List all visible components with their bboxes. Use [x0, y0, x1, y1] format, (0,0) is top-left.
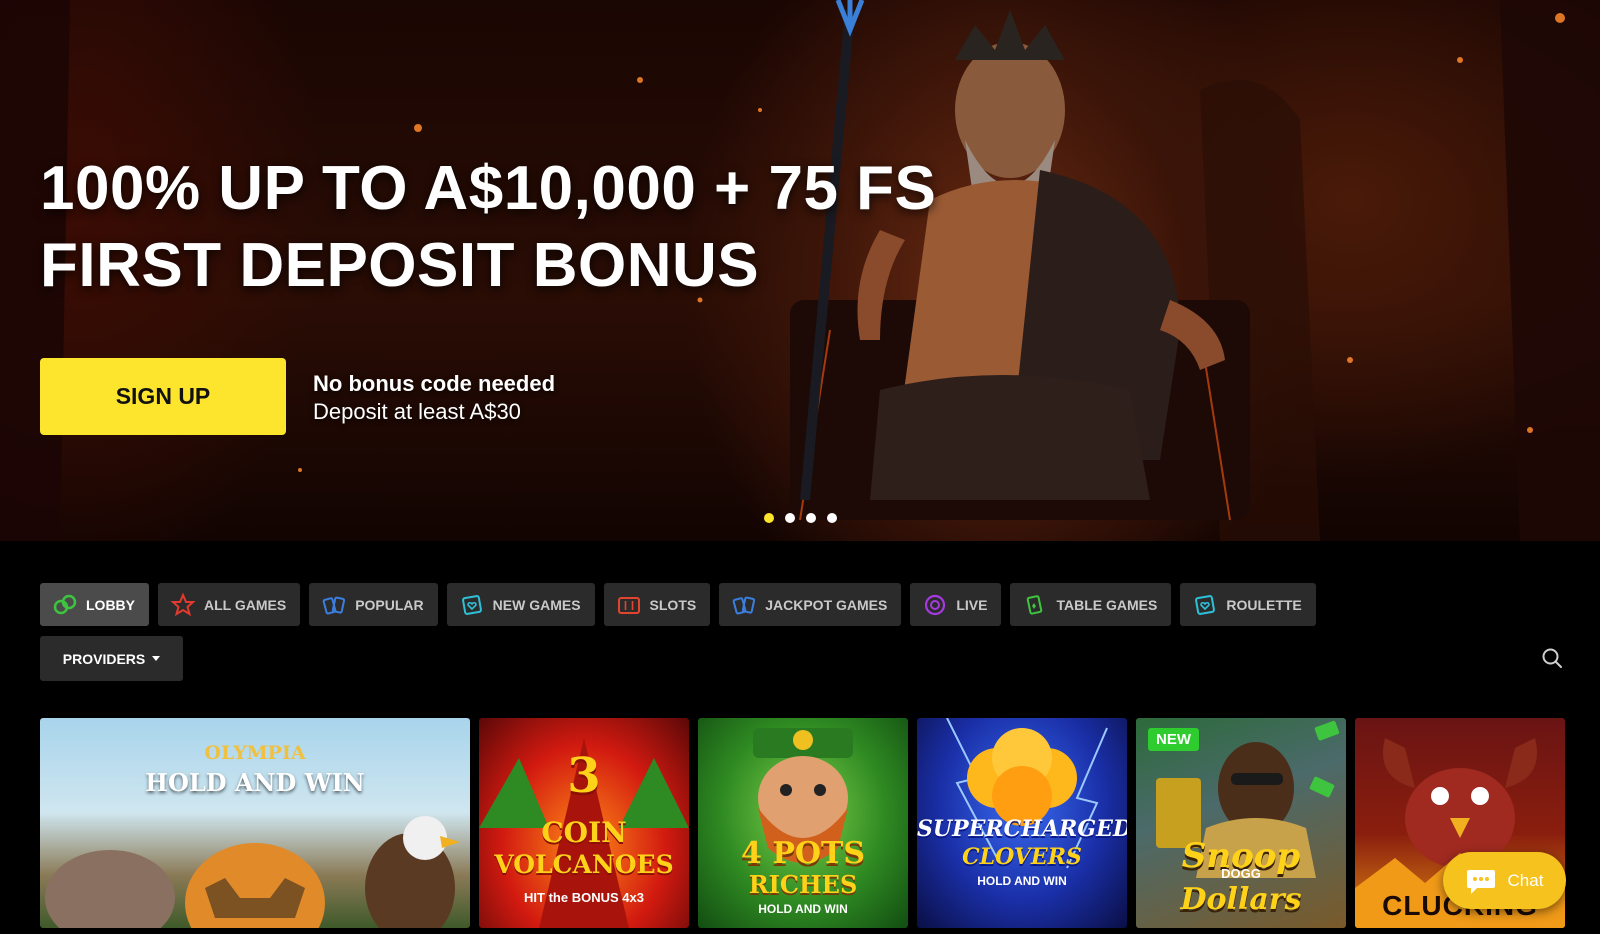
providers-dropdown[interactable]: PROVIDERS — [40, 636, 183, 681]
tab-label: JACKPOT GAMES — [765, 596, 888, 613]
chat-button[interactable]: Chat — [1443, 852, 1566, 909]
bonus-note: No bonus code needed Deposit at least A$… — [313, 370, 555, 426]
cards-icon — [732, 596, 756, 614]
game-title: SUPERCHARGED — [917, 816, 1127, 842]
game-title: 4 POTS — [741, 836, 865, 871]
game-title: RICHES — [748, 870, 858, 899]
sign-up-button[interactable]: SIGN UP — [40, 358, 286, 435]
heart-card-icon — [461, 594, 482, 615]
game-title: VOLCANOES — [494, 850, 674, 879]
table-cards-icon — [1027, 594, 1043, 615]
tab-label: NEW GAMES — [492, 596, 581, 613]
game-grid: OLYMPIA HOLD AND WIN 3 COIN VOLCANOES HI… — [40, 718, 1565, 928]
game-tile[interactable]: OLYMPIA HOLD AND WIN — [40, 718, 470, 928]
game-title: COIN — [541, 816, 627, 849]
hero-headline-line1: 100% UP TO A$10,000 + 75 FS — [40, 154, 937, 223]
carousel-dot[interactable] — [785, 513, 795, 523]
game-tile[interactable]: 3 COIN VOLCANOES HIT the BONUS 4x3 — [479, 718, 689, 928]
tab-label: LOBBY — [86, 596, 135, 613]
tab-label: TABLE GAMES — [1056, 596, 1158, 613]
search-icon[interactable] — [1540, 646, 1564, 670]
tab-live[interactable]: LIVE — [910, 583, 1002, 626]
heart-card-icon — [1195, 594, 1216, 615]
game-title: 3 — [567, 748, 601, 804]
hero-headline: 100% UP TO A$10,000 + 75 FS FIRST DEPOSI… — [40, 150, 936, 304]
game-title: DOGG — [1221, 866, 1261, 881]
lobby-icon — [53, 594, 77, 614]
star-icon — [170, 591, 196, 616]
game-title: OLYMPIA — [204, 742, 306, 764]
live-chip-icon — [925, 594, 946, 615]
tab-slots[interactable]: SLOTS — [603, 583, 711, 626]
tab-label: POPULAR — [355, 596, 424, 613]
tab-label: ALL GAMES — [204, 596, 287, 613]
tab-new-games[interactable]: NEW GAMES — [446, 583, 595, 626]
tab-label: SLOTS — [649, 596, 697, 613]
bonus-note-headline: No bonus code needed — [313, 371, 556, 396]
bonus-note-requirement: Deposit at least A$30 — [313, 399, 521, 424]
category-tabs: LOBBY ALL GAMES POPULAR NEW GAMES SLOTS … — [40, 583, 1316, 626]
game-title: CLOVERS — [962, 844, 1082, 870]
game-subtitle: HOLD AND WIN — [145, 768, 365, 797]
caret-down-icon — [152, 656, 161, 661]
game-subtitle: HIT the BONUS 4x3 — [524, 890, 644, 905]
carousel-dot[interactable] — [827, 513, 837, 523]
chat-bubble-icon — [1466, 869, 1495, 894]
tab-jackpot-games[interactable]: JACKPOT GAMES — [719, 583, 902, 626]
tab-roulette[interactable]: ROULETTE — [1180, 583, 1316, 626]
tab-table-games[interactable]: TABLE GAMES — [1010, 583, 1172, 626]
tab-all-games[interactable]: ALL GAMES — [158, 583, 301, 626]
new-badge: NEW — [1148, 728, 1199, 751]
carousel-dot[interactable] — [764, 513, 774, 523]
tab-label: ROULETTE — [1226, 596, 1302, 613]
hero-headline-line2: FIRST DEPOSIT BONUS — [40, 231, 760, 300]
chat-label: Chat — [1507, 870, 1544, 890]
tab-popular[interactable]: POPULAR — [309, 583, 438, 626]
game-tile[interactable]: 4 POTS RICHES HOLD AND WIN — [698, 718, 908, 928]
game-tile[interactable]: SUPERCHARGED CLOVERS HOLD AND WIN — [917, 718, 1127, 928]
slot-machine-icon — [617, 596, 640, 614]
carousel-dot[interactable] — [806, 513, 816, 523]
game-title: Dollars — [1180, 882, 1302, 917]
tab-lobby[interactable]: LOBBY — [40, 583, 149, 626]
game-tile[interactable]: NEW Snoop DOGG Dollars — [1136, 718, 1346, 928]
game-subtitle: HOLD AND WIN — [977, 874, 1067, 888]
cards-icon — [322, 596, 346, 614]
carousel-dots — [764, 513, 837, 523]
tab-label: LIVE — [956, 596, 988, 613]
game-subtitle: HOLD AND WIN — [758, 902, 848, 916]
providers-label: PROVIDERS — [62, 650, 146, 667]
hero-banner: 100% UP TO A$10,000 + 75 FS FIRST DEPOSI… — [0, 0, 1600, 541]
